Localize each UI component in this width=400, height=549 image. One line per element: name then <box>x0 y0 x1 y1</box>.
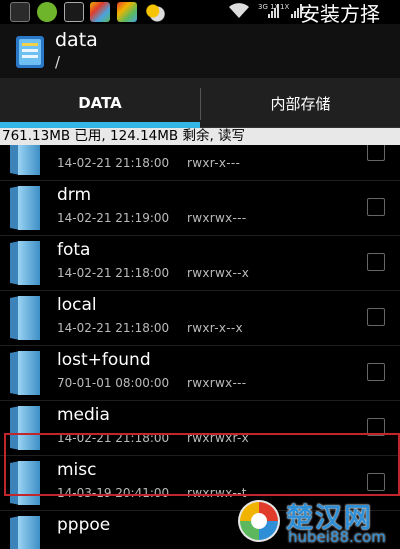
file-permissions: rwxrwx--- <box>187 376 247 390</box>
weather-icon <box>144 2 166 22</box>
storage-info-bar: 761.13MB 已用, 124.14MB 剩余, 读写 <box>0 128 400 145</box>
file-row[interactable]: fota 14-02-21 21:18:00 rwxrwx--x <box>0 236 400 291</box>
gallery-icon <box>64 2 84 22</box>
app-store-icon-2 <box>117 2 137 22</box>
file-row[interactable]: local 14-02-21 21:18:00 rwxr-x--x <box>0 291 400 346</box>
current-path: / <box>55 53 61 71</box>
folder-icon <box>10 186 40 230</box>
file-row[interactable]: lost+found 70-01-01 08:00:00 rwxrwx--- <box>0 346 400 401</box>
folder-app-icon[interactable] <box>14 34 46 70</box>
360-security-icon <box>37 2 57 22</box>
file-date: 14-02-21 21:18:00 <box>57 156 170 170</box>
file-name: lost+found <box>57 350 151 370</box>
file-name: misc <box>57 460 97 480</box>
select-checkbox[interactable] <box>367 473 385 491</box>
status-bar: 3G 1X 1X 安装方择 <box>0 0 400 26</box>
select-checkbox[interactable] <box>367 363 385 381</box>
folder-icon <box>10 241 40 285</box>
folder-icon <box>10 516 40 549</box>
file-name: media <box>57 405 110 425</box>
page-title: data <box>55 29 98 51</box>
file-permissions: rwxrwxr-x <box>187 431 249 445</box>
select-checkbox[interactable] <box>367 308 385 326</box>
app-store-icon <box>90 2 110 22</box>
watermark-url: hubei88.com <box>288 528 386 546</box>
file-permissions: rwxr-x--- <box>187 156 241 170</box>
notification-icon <box>10 2 30 22</box>
file-date: 14-02-21 21:18:00 <box>57 431 170 445</box>
select-checkbox[interactable] <box>367 253 385 271</box>
tab-internal-storage[interactable]: 内部存储 <box>201 78 400 128</box>
file-name: fota <box>57 240 91 260</box>
file-permissions: rwxrwx--x <box>187 266 250 280</box>
signal-bars-icon <box>268 4 279 18</box>
file-permissions: rwxr-x--x <box>187 321 243 335</box>
file-date: 70-01-01 08:00:00 <box>57 376 170 390</box>
file-row[interactable]: drm 14-02-21 21:19:00 rwxrwx--- <box>0 181 400 236</box>
tab-bar: DATA 内部存储 <box>0 78 400 128</box>
select-checkbox[interactable] <box>367 418 385 436</box>
network-type-label-2: 1X <box>280 3 290 11</box>
file-date: 14-02-21 21:19:00 <box>57 211 170 225</box>
file-name: local <box>57 295 97 315</box>
folder-icon <box>10 145 40 175</box>
file-name: drm <box>57 185 92 205</box>
select-checkbox[interactable] <box>367 198 385 216</box>
folder-icon <box>10 461 40 505</box>
watermark-logo-icon <box>238 500 280 542</box>
file-row[interactable]: 14-02-21 21:18:00 rwxr-x--- <box>0 145 400 181</box>
file-date: 14-03-19 20:41:00 <box>57 486 170 500</box>
file-date: 14-02-21 21:18:00 <box>57 266 170 280</box>
select-checkbox[interactable] <box>367 145 385 161</box>
folder-icon <box>10 406 40 450</box>
folder-icon <box>10 296 40 340</box>
file-date: 14-02-21 21:18:00 <box>57 321 170 335</box>
file-permissions: rwxrwx--- <box>187 211 247 225</box>
wifi-icon <box>229 3 249 18</box>
action-bar: data / <box>0 24 400 78</box>
status-clock: 安装方择 <box>300 2 380 26</box>
watermark: 楚汉网 hubei88.com <box>234 494 400 549</box>
tab-data[interactable]: DATA <box>0 78 200 128</box>
folder-icon <box>10 351 40 395</box>
file-name: pppoe <box>57 515 111 535</box>
file-list[interactable]: 14-02-21 21:18:00 rwxr-x--- drm 14-02-21 21… <box>0 145 400 549</box>
file-row[interactable]: media 14-02-21 21:18:00 rwxrwxr-x <box>0 401 400 456</box>
